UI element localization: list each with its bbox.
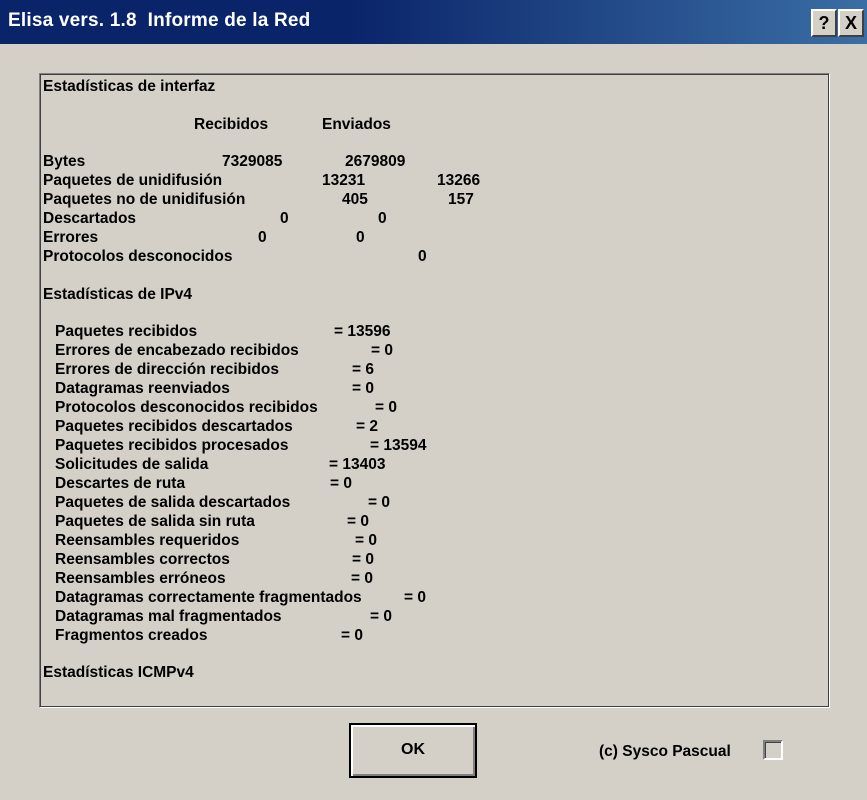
ipv4-value: = 13594: [370, 437, 427, 454]
row-received: 405: [342, 191, 368, 208]
ipv4-value: = 0: [371, 342, 393, 359]
ipv4-label: Paquetes recibidos: [55, 323, 198, 340]
ipv4-label: Errores de dirección recibidos: [55, 361, 279, 378]
row-received: 0: [258, 229, 267, 246]
ipv4-label: Paquetes recibidos procesados: [55, 437, 289, 454]
ipv4-label: Solicitudes de salida: [55, 456, 209, 473]
title-bar[interactable]: Elisa vers. 1.8 Informe de la Red ? X: [0, 0, 867, 44]
row-received: 13231: [322, 172, 366, 189]
ipv4-label: Datagramas correctamente fragmentados: [55, 589, 362, 606]
ipv4-value: = 13596: [334, 323, 391, 340]
ipv4-label: Descartes de ruta: [55, 475, 186, 492]
row-label: Descartados: [43, 210, 137, 227]
ipv4-value: = 0: [404, 589, 426, 606]
ipv4-label: Datagramas mal fragmentados: [55, 608, 282, 625]
help-icon: ?: [818, 13, 830, 33]
help-button[interactable]: ?: [811, 9, 837, 37]
ipv4-value: = 0: [351, 570, 373, 587]
ipv4-value: = 0: [341, 627, 363, 644]
ipv4-value: = 0: [352, 551, 374, 568]
close-icon: X: [844, 13, 857, 33]
ipv4-value: = 0: [375, 399, 397, 416]
ipv4-label: Paquetes de salida descartados: [55, 494, 291, 511]
icmpv4-stats-heading: Estadísticas ICMPv4: [43, 664, 194, 681]
ipv4-label: Paquetes de salida sin ruta: [55, 513, 255, 530]
interface-stats-heading: Estadísticas de interfaz: [43, 78, 216, 95]
ipv4-label: Fragmentos creados: [55, 627, 208, 644]
ipv4-value: = 0: [330, 475, 352, 492]
footer-checkbox[interactable]: [763, 740, 783, 760]
col-header-received: Recibidos: [194, 116, 269, 133]
row-label: Protocolos desconocidos: [43, 248, 233, 265]
window-title: Elisa vers. 1.8 Informe de la Red: [8, 10, 311, 31]
ipv4-label: Datagramas reenviados: [55, 380, 230, 397]
row-received: 0: [418, 248, 427, 265]
ipv4-value: = 0: [368, 494, 390, 511]
row-label: Errores: [43, 229, 99, 246]
row-sent: 0: [356, 229, 365, 246]
ipv4-stats-heading: Estadísticas de IPv4: [43, 286, 193, 303]
ipv4-value: = 13403: [329, 456, 386, 473]
ipv4-value: = 0: [355, 532, 377, 549]
col-header-sent: Enviados: [322, 116, 391, 133]
ipv4-label: Protocolos desconocidos recibidos: [55, 399, 318, 416]
ipv4-value: = 6: [352, 361, 374, 378]
ipv4-label: Reensambles correctos: [55, 551, 230, 568]
ipv4-value: = 0: [370, 608, 392, 625]
row-sent: 13266: [437, 172, 481, 189]
ipv4-label: Errores de encabezado recibidos: [55, 342, 299, 359]
row-label: Bytes: [43, 153, 86, 170]
ipv4-value: = 0: [347, 513, 369, 530]
ipv4-label: Reensambles erróneos: [55, 570, 226, 587]
ipv4-label: Reensambles requeridos: [55, 532, 240, 549]
row-label: Paquetes de unidifusión: [43, 172, 223, 189]
close-button[interactable]: X: [838, 9, 864, 37]
ipv4-value: = 0: [352, 380, 374, 397]
ipv4-value: = 2: [356, 418, 378, 435]
row-sent: 2679809: [345, 153, 406, 170]
ipv4-label: Paquetes recibidos descartados: [55, 418, 293, 435]
report-window: Elisa vers. 1.8 Informe de la Red ? X Es…: [0, 0, 867, 800]
row-label: Paquetes no de unidifusión: [43, 191, 246, 208]
row-sent: 0: [378, 210, 387, 227]
row-received: 0: [280, 210, 289, 227]
copyright-label: (c) Sysco Pascual: [599, 743, 731, 760]
row-sent: 157: [448, 191, 474, 208]
ok-button[interactable]: OK: [349, 723, 477, 778]
row-received: 7329085: [222, 153, 283, 170]
